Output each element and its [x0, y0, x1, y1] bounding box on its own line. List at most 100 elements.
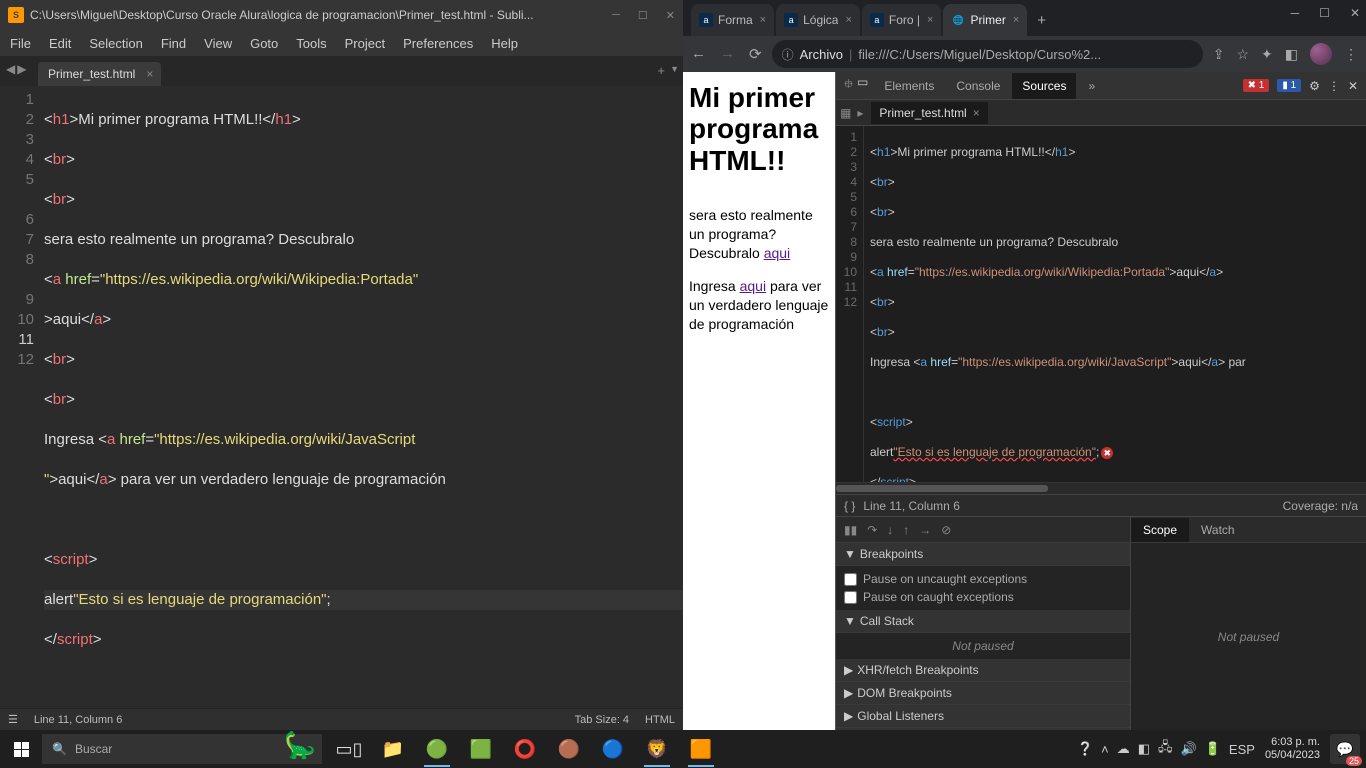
volume-icon[interactable]: 🔊 [1181, 741, 1197, 757]
site-info-icon[interactable]: ⓘ [782, 46, 794, 63]
dom-bp-section[interactable]: ▶ DOM Breakpoints [836, 682, 1130, 705]
status-sidebar-icon[interactable]: ☰ [8, 713, 18, 726]
pause-uncaught-checkbox[interactable]: Pause on uncaught exceptions [844, 570, 1122, 588]
inspect-icon[interactable]: ⯐ [844, 75, 853, 96]
nav-fwd-icon[interactable]: ▶ [17, 62, 26, 76]
bookmark-icon[interactable]: ☆ [1236, 46, 1249, 63]
menu-goto[interactable]: Goto [250, 36, 278, 51]
status-tabsize[interactable]: Tab Size: 4 [575, 714, 629, 726]
pause-icon[interactable]: ▮▮ [844, 523, 857, 537]
nav-back-icon[interactable]: ◀ [6, 62, 15, 76]
chrome-maximize-icon[interactable]: ☐ [1319, 6, 1330, 20]
new-tab-icon[interactable]: + [1029, 4, 1054, 36]
menu-icon[interactable]: ⋮ [1344, 46, 1358, 63]
devtools-tab-console[interactable]: Console [946, 73, 1010, 99]
devtools-code[interactable]: 123456789101112 <h1>Mi primer programa H… [836, 126, 1366, 482]
minimap[interactable] [613, 86, 683, 708]
tab-close-icon[interactable]: × [146, 67, 153, 81]
watch-tab[interactable]: Watch [1189, 518, 1247, 542]
step-over-icon[interactable]: ↷ [867, 523, 877, 537]
tray-up-icon[interactable]: ˄ [1101, 742, 1109, 757]
navigator-icon[interactable]: ▦ [840, 106, 851, 120]
error-badge[interactable]: ✖ 1 [1243, 79, 1270, 92]
devtools-tab-elements[interactable]: Elements [874, 73, 944, 99]
devtools-code-content[interactable]: <h1>Mi primer programa HTML!!</h1> <br> … [864, 126, 1366, 482]
tab-close-icon[interactable]: × [1013, 14, 1019, 26]
link-aqui-1[interactable]: aqui [764, 245, 790, 261]
tab-close-icon[interactable]: × [760, 14, 766, 26]
menu-preferences[interactable]: Preferences [403, 36, 473, 51]
breakpoints-section[interactable]: ▼ Breakpoints [836, 543, 1130, 566]
maximize-icon[interactable]: ☐ [638, 9, 648, 22]
tray-app-icon[interactable]: ◧ [1138, 741, 1150, 757]
tab-close-icon[interactable]: × [927, 14, 933, 26]
tab-close-icon[interactable]: × [845, 14, 851, 26]
browser-tab-3[interactable]: aForo |× [862, 4, 942, 36]
battery-icon[interactable]: 🔋 [1205, 741, 1221, 757]
minimize-icon[interactable]: ─ [612, 9, 620, 22]
sublime-titlebar[interactable]: S C:\Users\Miguel\Desktop\Curso Oracle A… [0, 0, 683, 30]
action-center[interactable]: 💬25 [1330, 734, 1360, 764]
pause-caught-checkbox[interactable]: Pause on caught exceptions [844, 588, 1122, 606]
app-green-icon[interactable]: 🟩 [462, 730, 500, 768]
help-icon[interactable]: ❔ [1077, 741, 1093, 757]
error-marker-icon[interactable]: ✖ [1101, 447, 1113, 459]
close-icon[interactable]: ✕ [666, 9, 675, 22]
start-button[interactable] [0, 730, 42, 768]
reload-icon[interactable]: ⟳ [749, 45, 762, 63]
opera-icon[interactable]: ⭕ [506, 730, 544, 768]
globals-section[interactable]: ▶ Global Listeners [836, 705, 1130, 728]
network-icon[interactable]: 🖧 [1158, 738, 1173, 760]
link-aqui-2[interactable]: aqui [740, 278, 766, 294]
src-close-icon[interactable]: × [973, 106, 980, 120]
menu-help[interactable]: Help [491, 36, 518, 51]
browser-tab-4[interactable]: 🌐Primer× [943, 4, 1027, 36]
device-icon[interactable]: ▭ [857, 75, 868, 96]
forward-icon[interactable]: → [720, 45, 735, 63]
new-tab-icon[interactable]: + [657, 63, 665, 78]
menu-tools[interactable]: Tools [296, 36, 326, 51]
game-icon[interactable]: 🔵 [594, 730, 632, 768]
onedrive-icon[interactable]: ☁ [1117, 741, 1130, 757]
taskbar-search[interactable]: 🔍 Buscar 🦕 [42, 734, 322, 764]
devtools-close-icon[interactable]: ✕ [1348, 79, 1358, 93]
snippets-icon[interactable]: ▸ [857, 106, 863, 120]
chrome-minimize-icon[interactable]: ─ [1291, 6, 1300, 20]
scope-tab[interactable]: Scope [1131, 518, 1189, 542]
format-icon[interactable]: { } [844, 499, 855, 513]
address-bar[interactable]: ⓘ Archivo | file:///C:/Users/Miguel/Desk… [772, 40, 1203, 68]
step-into-icon[interactable]: ↓ [887, 523, 893, 537]
editor-tab[interactable]: Primer_test.html× [38, 62, 161, 86]
system-tray[interactable]: ❔ ˄ ☁ ◧ 🖧 🔊 🔋 ESP [1077, 738, 1255, 760]
menu-file[interactable]: File [10, 36, 31, 51]
tab-dropdown-icon[interactable]: ▼ [670, 64, 679, 74]
menu-edit[interactable]: Edit [49, 36, 71, 51]
callstack-section[interactable]: ▼ Call Stack [836, 610, 1130, 633]
task-view-icon[interactable]: ▭▯ [330, 730, 368, 768]
chrome-close-icon[interactable]: ✕ [1350, 6, 1360, 20]
step-icon[interactable]: → [919, 523, 931, 537]
menu-selection[interactable]: Selection [89, 36, 142, 51]
clock[interactable]: 6:03 p. m. 05/04/2023 [1265, 736, 1320, 762]
browser-tab-2[interactable]: aLógica× [776, 4, 860, 36]
horizontal-scrollbar[interactable] [836, 482, 1366, 494]
source-file-tab[interactable]: Primer_test.html× [871, 102, 987, 124]
settings-icon[interactable]: ⚙ [1309, 79, 1320, 93]
devtools-tab-more[interactable]: » [1078, 73, 1105, 99]
xhr-section[interactable]: ▶ XHR/fetch Breakpoints [836, 659, 1130, 682]
brave-icon[interactable]: 🦁 [638, 730, 676, 768]
message-badge[interactable]: ▮ 1 [1277, 79, 1301, 92]
menu-project[interactable]: Project [345, 36, 385, 51]
menu-find[interactable]: Find [161, 36, 186, 51]
language-indicator[interactable]: ESP [1229, 742, 1255, 757]
code-editor[interactable]: 123456789101112 <h1>Mi primer programa H… [0, 86, 683, 708]
deactivate-bp-icon[interactable]: ⊘ [941, 523, 951, 537]
sidepanel-icon[interactable]: ◧ [1285, 46, 1298, 63]
devtools-tab-sources[interactable]: Sources [1012, 73, 1076, 99]
back-icon[interactable]: ← [691, 45, 706, 63]
menu-view[interactable]: View [204, 36, 232, 51]
browser-tab-1[interactable]: aForma× [691, 4, 774, 36]
chrome-icon[interactable]: 🟢 [418, 730, 456, 768]
status-language[interactable]: HTML [645, 714, 675, 726]
sublime-icon[interactable]: 🟧 [682, 730, 720, 768]
